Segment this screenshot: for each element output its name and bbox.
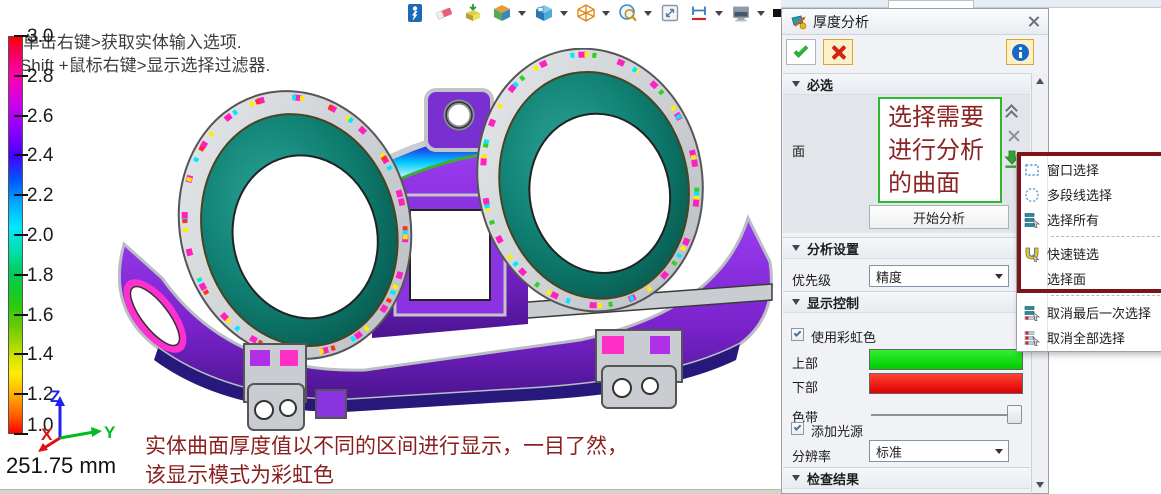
close-icon[interactable] [1027,15,1040,28]
render-style-icon[interactable] [533,2,555,24]
scroll-down-icon[interactable] [1032,477,1047,492]
axis-z-label: Z [50,388,60,406]
checkmark-icon [794,329,802,337]
menu-item-cancel-last-select[interactable]: 取消最后一次选择 [1017,300,1161,325]
display-mode-icon[interactable] [730,2,752,24]
model-3d-instrument-cluster[interactable] [110,48,780,443]
section-display-control[interactable]: 显示控制 [783,291,1030,313]
menu-item-polyline-select[interactable]: 多段线选择 [1017,182,1161,207]
rainbow-checkbox[interactable] [791,328,804,341]
thickness-analysis-dialog: 厚度分析 必选 面 开始分析 分析设置 优先级 精度 [781,8,1049,494]
menu-item-cancel-all-select[interactable]: 取消全部选择 [1017,325,1161,350]
model-center-opening [410,210,490,300]
measure-dropdown-arrow[interactable] [715,11,723,16]
collapse-arrow-icon [792,245,800,251]
thickness-analysis-icon [790,13,807,30]
menu-separator [1017,232,1161,241]
dialog-titlebar[interactable]: 厚度分析 [782,9,1048,35]
quick-chain-select-icon [1017,246,1047,262]
window-bottom-border [0,489,905,494]
dialog-title: 厚度分析 [813,12,869,32]
lower-color-swatch[interactable] [869,373,1023,394]
face-label: 面 [792,141,805,160]
lower-label: 下部 [792,377,818,396]
extrude-icon[interactable] [462,2,484,24]
collapse-arrow-icon [792,475,800,481]
axis-y-label: Y [104,423,116,442]
axis-x-label: X [41,425,53,444]
resolution-dropdown[interactable]: 标准 [869,440,1009,462]
menu-item-select-face[interactable]: 选择面 [1017,266,1161,291]
band-slider-track[interactable] [871,414,1021,416]
red-x-icon [831,45,846,60]
annotation-bottom-note: 实体曲面厚度值以不同的区间进行显示，一目了然， 该显示模式为彩虹色 [145,432,628,490]
scroll-up-icon[interactable] [1032,73,1047,88]
checkmark-icon [794,423,802,431]
section-analysis-settings[interactable]: 分析设置 [783,237,1030,259]
shaded-view-icon[interactable] [491,2,513,24]
check-icon [794,43,809,58]
menu-separator [1017,291,1161,300]
collapse-arrow-icon [792,299,800,305]
cancel-all-select-icon [1017,330,1047,346]
menu-item-quick-chain-select[interactable]: 快速链选 [1017,241,1161,266]
resolution-label: 分辨率 [792,446,831,465]
operator-icon[interactable] [404,2,426,24]
menu-item-window-select[interactable]: 窗口选择 [1017,157,1161,182]
nx-thickness-analysis-window: <单击右键>获取实体输入选项. <Shift +鼠标右键>显示选择过滤器. 3.… [0,0,1161,494]
light-label: 添加光源 [811,421,863,440]
collapse-list-icon[interactable] [1006,105,1020,119]
dock-top-tab[interactable] [888,0,974,8]
rainbow-label: 使用彩虹色 [811,327,876,346]
chevron-down-icon [995,274,1003,279]
display-mode-dropdown-arrow[interactable] [757,11,765,16]
annotation-select-faces-note: 选择需要进行分析的曲面 [878,97,1002,203]
cancel-button[interactable] [823,39,853,65]
axis-triad: Z Y X [28,388,118,458]
upper-color-swatch[interactable] [869,349,1023,370]
ok-button[interactable] [786,39,816,65]
info-button[interactable] [1006,39,1034,65]
wireframe-view-dropdown-arrow[interactable] [602,11,610,16]
measure-icon[interactable] [688,2,710,24]
selection-context-menu: 窗口选择 多段线选择 选择所有 快速链选 选择面 取消最后一次选择 [1016,154,1161,352]
wireframe-view-icon[interactable] [575,2,597,24]
clear-selection-icon[interactable] [1007,129,1020,142]
section-required[interactable]: 必选 [783,73,1030,95]
eraser-icon[interactable] [433,2,455,24]
priority-dropdown[interactable]: 精度 [869,265,1009,287]
render-style-dropdown-arrow[interactable] [560,11,568,16]
chevron-down-icon [995,449,1003,454]
menu-item-select-all[interactable]: 选择所有 [1017,207,1161,232]
light-checkbox[interactable] [791,422,804,435]
model-bracket-right [596,330,682,408]
fit-view-icon[interactable] [659,2,681,24]
collapse-arrow-icon [792,81,800,87]
band-slider-handle[interactable] [1007,405,1022,424]
window-select-icon [1017,162,1047,178]
polyline-select-icon [1017,187,1047,203]
info-icon [1012,44,1029,61]
measurement-readout: 251.75 mm [6,453,116,479]
cancel-last-select-icon [1017,305,1047,321]
priority-label: 优先级 [792,270,831,289]
view-toolbar [404,1,794,25]
zoom-icon[interactable] [617,2,639,24]
model-tab-small [316,390,346,418]
section-check-results[interactable]: 检查结果 [783,467,1030,489]
upper-label: 上部 [792,353,818,372]
zoom-dropdown-arrow[interactable] [644,11,652,16]
select-all-icon [1017,212,1047,228]
model-bracket-left [244,344,306,430]
start-analysis-button[interactable]: 开始分析 [869,205,1009,229]
shaded-view-dropdown-arrow[interactable] [518,11,526,16]
